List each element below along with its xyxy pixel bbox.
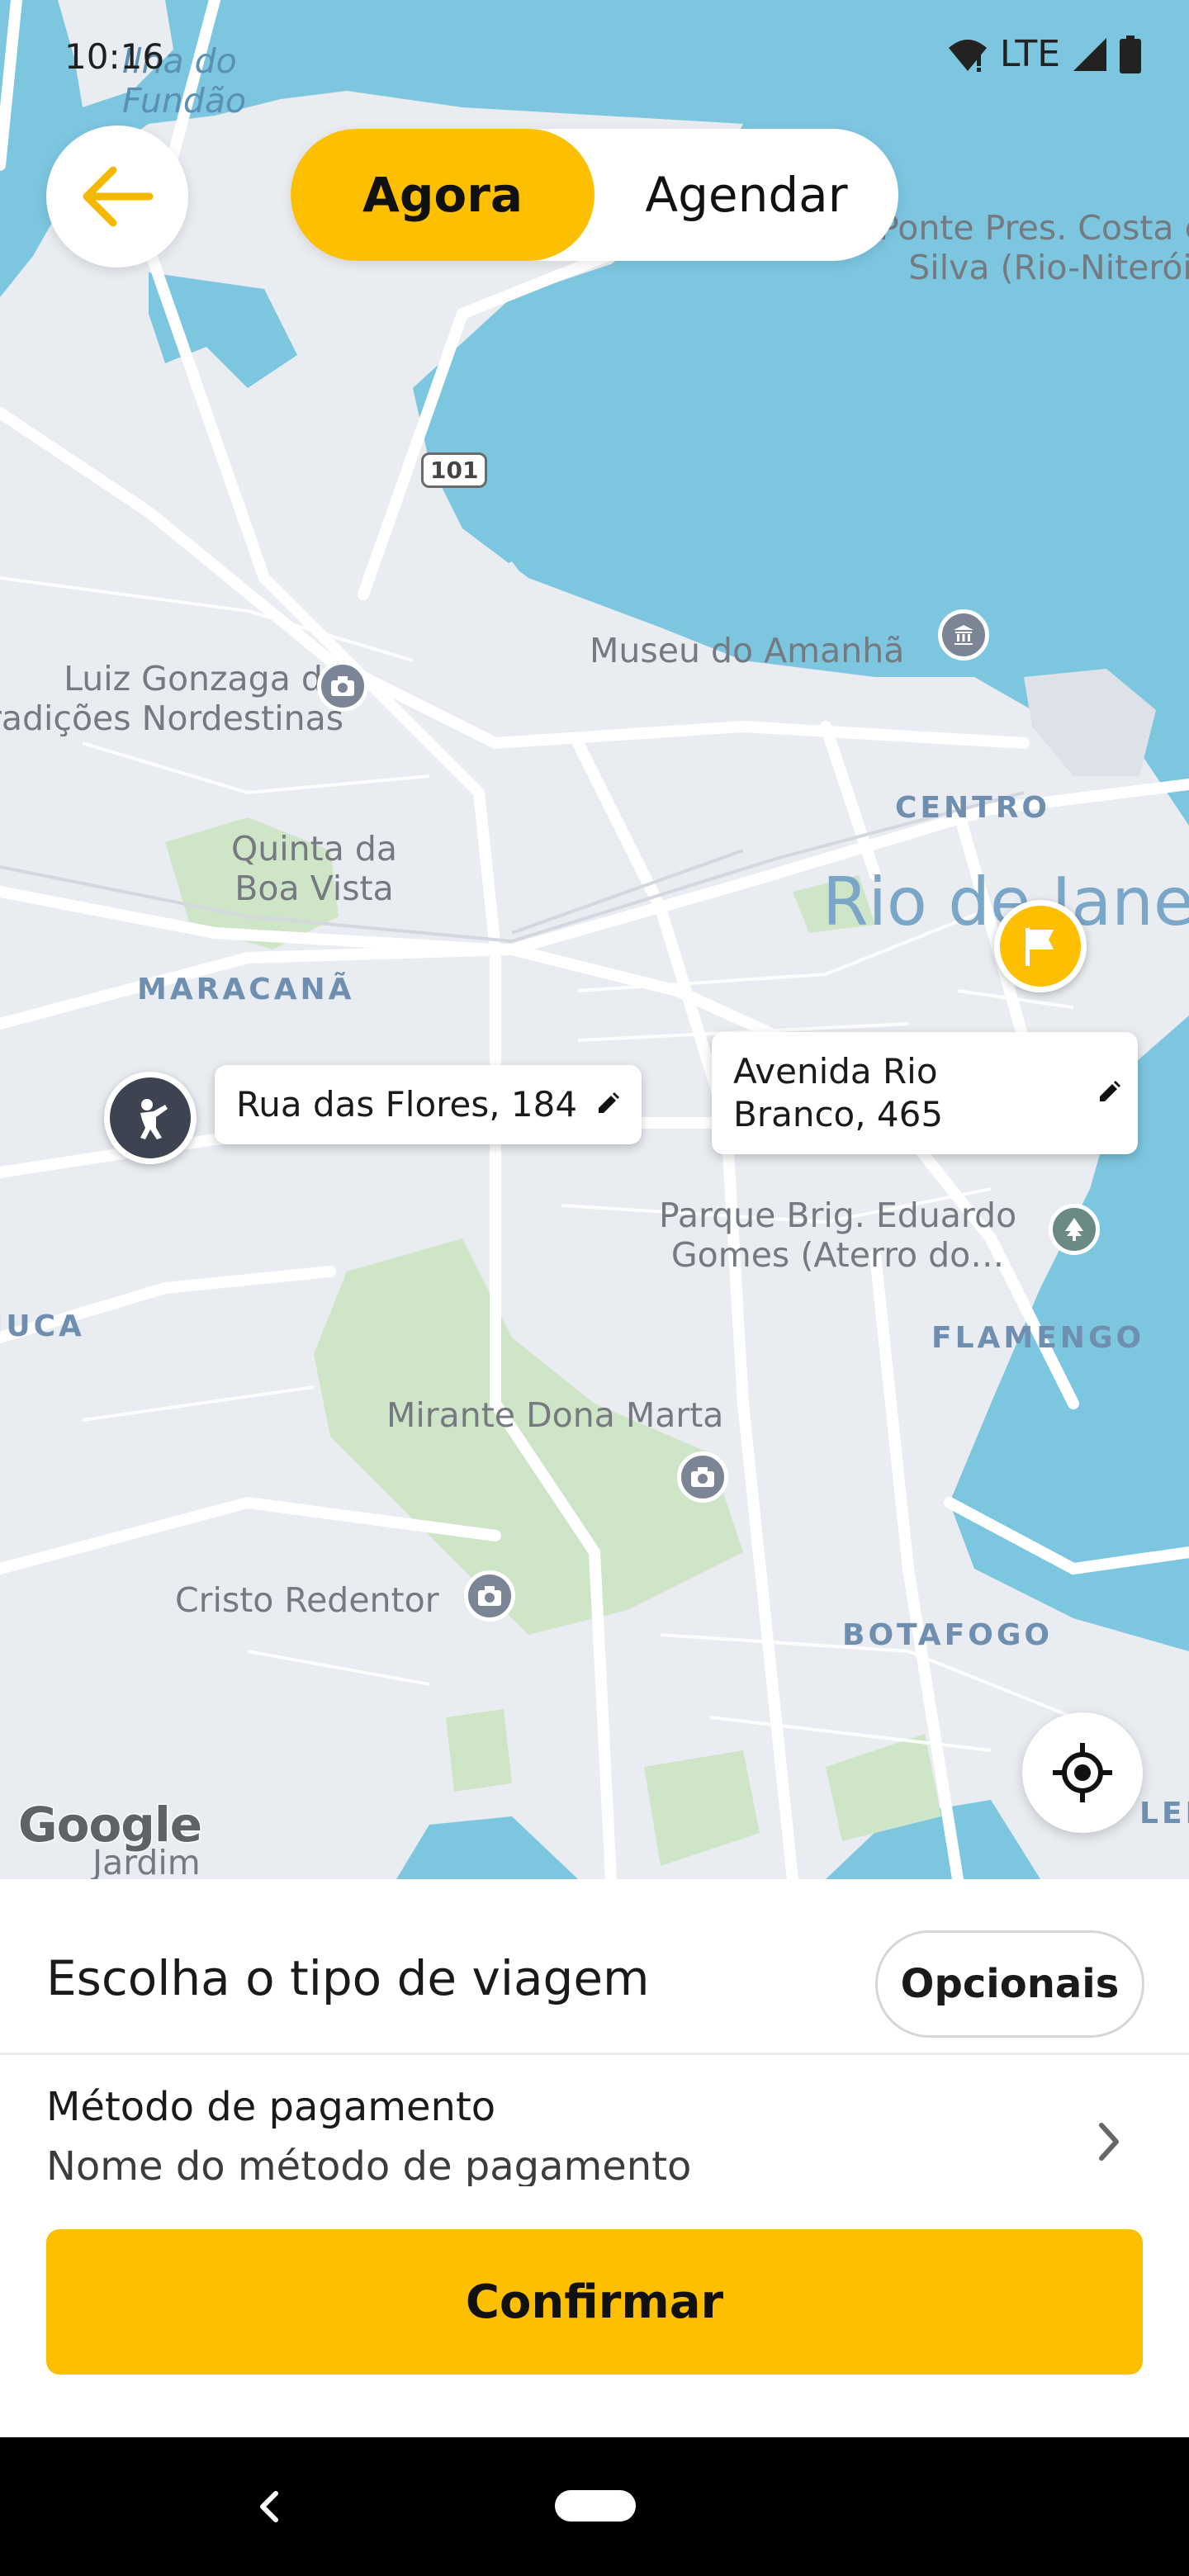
locate-me-button[interactable] [1022, 1712, 1143, 1833]
camera-icon[interactable] [464, 1570, 515, 1622]
arrow-left-icon [83, 166, 154, 227]
time-mode-toggle: Agora Agendar [291, 129, 898, 261]
map-label-cristo: Cristo Redentor [175, 1580, 439, 1620]
nav-home-button[interactable] [555, 2490, 636, 2522]
divider [0, 2053, 1189, 2055]
origin-address-tag[interactable]: Rua das Flores, 184 [215, 1065, 642, 1144]
map-label-centro: CENTRO [895, 791, 1051, 825]
gps-target-icon [1053, 1743, 1112, 1802]
map-label-museu: Museu do Amanhã [590, 631, 905, 670]
options-button[interactable]: Opcionais [875, 1930, 1144, 2038]
tree-icon[interactable] [1049, 1204, 1100, 1255]
map-label-flamengo: FLAMENGO [931, 1321, 1145, 1355]
map-view[interactable]: Ilha do Fundão Ponte Pres. Costa e Silva… [0, 0, 1189, 1879]
map-label-maracana: MARACANÃ [137, 973, 355, 1006]
map-label-parque: Parque Brig. Eduardo Gomes (Aterro do… [659, 1196, 1017, 1276]
camera-icon[interactable] [677, 1451, 728, 1503]
person-waving-icon[interactable] [104, 1072, 197, 1164]
map-label-ponte: Ponte Pres. Costa e Silva (Rio-Niterói) [879, 208, 1189, 288]
route-shield: 101 [421, 452, 488, 488]
flag-icon[interactable] [994, 900, 1087, 992]
map-label-botafogo: BOTAFOGO [842, 1618, 1054, 1652]
map-label-quinta: Quinta da Boa Vista [231, 829, 398, 909]
bottom-sheet: Escolha o tipo de viagem Opcionais Métod… [0, 1879, 1189, 2437]
payment-method-value[interactable]: Nome do método de pagamento [46, 2143, 691, 2186]
nav-back-icon[interactable] [253, 2482, 286, 2531]
status-bar: 10:16 LTE [0, 0, 1189, 99]
status-time: 10:16 [64, 36, 165, 77]
trip-type-title: Escolha o tipo de viagem [46, 1950, 650, 2006]
battery-icon [1120, 35, 1141, 73]
wifi-icon [948, 39, 987, 72]
status-icons: LTE [947, 33, 1141, 75]
tab-agora[interactable]: Agora [291, 129, 594, 261]
chevron-right-icon[interactable] [1097, 2120, 1121, 2163]
camera-icon[interactable] [317, 661, 368, 712]
origin-address: Rua das Flores, 184 [236, 1083, 578, 1125]
signal-icon [1073, 37, 1106, 71]
museum-icon[interactable] [938, 609, 989, 661]
map-label-luiz-gonzaga: Luiz Gonzaga de Tradições Nordestinas [0, 659, 344, 739]
tab-agendar[interactable]: Agendar [594, 129, 898, 261]
back-button[interactable] [46, 125, 188, 268]
destination-address-tag[interactable]: Avenida Rio Branco, 465 [712, 1032, 1138, 1154]
map-label-mirante: Mirante Dona Marta [386, 1395, 724, 1435]
payment-method-title[interactable]: Método de pagamento [46, 2084, 495, 2130]
edit-pencil-icon[interactable] [1097, 1072, 1121, 1115]
map-label-tijuca: TIJUCA [0, 1309, 85, 1343]
edit-pencil-icon[interactable] [595, 1083, 620, 1127]
confirm-button[interactable]: Confirmar [46, 2229, 1143, 2375]
map-label-leme: LEME [1139, 1797, 1189, 1830]
system-nav-bar [0, 2437, 1189, 2576]
network-type: LTE [999, 33, 1060, 75]
destination-address: Avenida Rio Branco, 465 [733, 1050, 944, 1135]
google-logo: Google [17, 1796, 203, 1854]
